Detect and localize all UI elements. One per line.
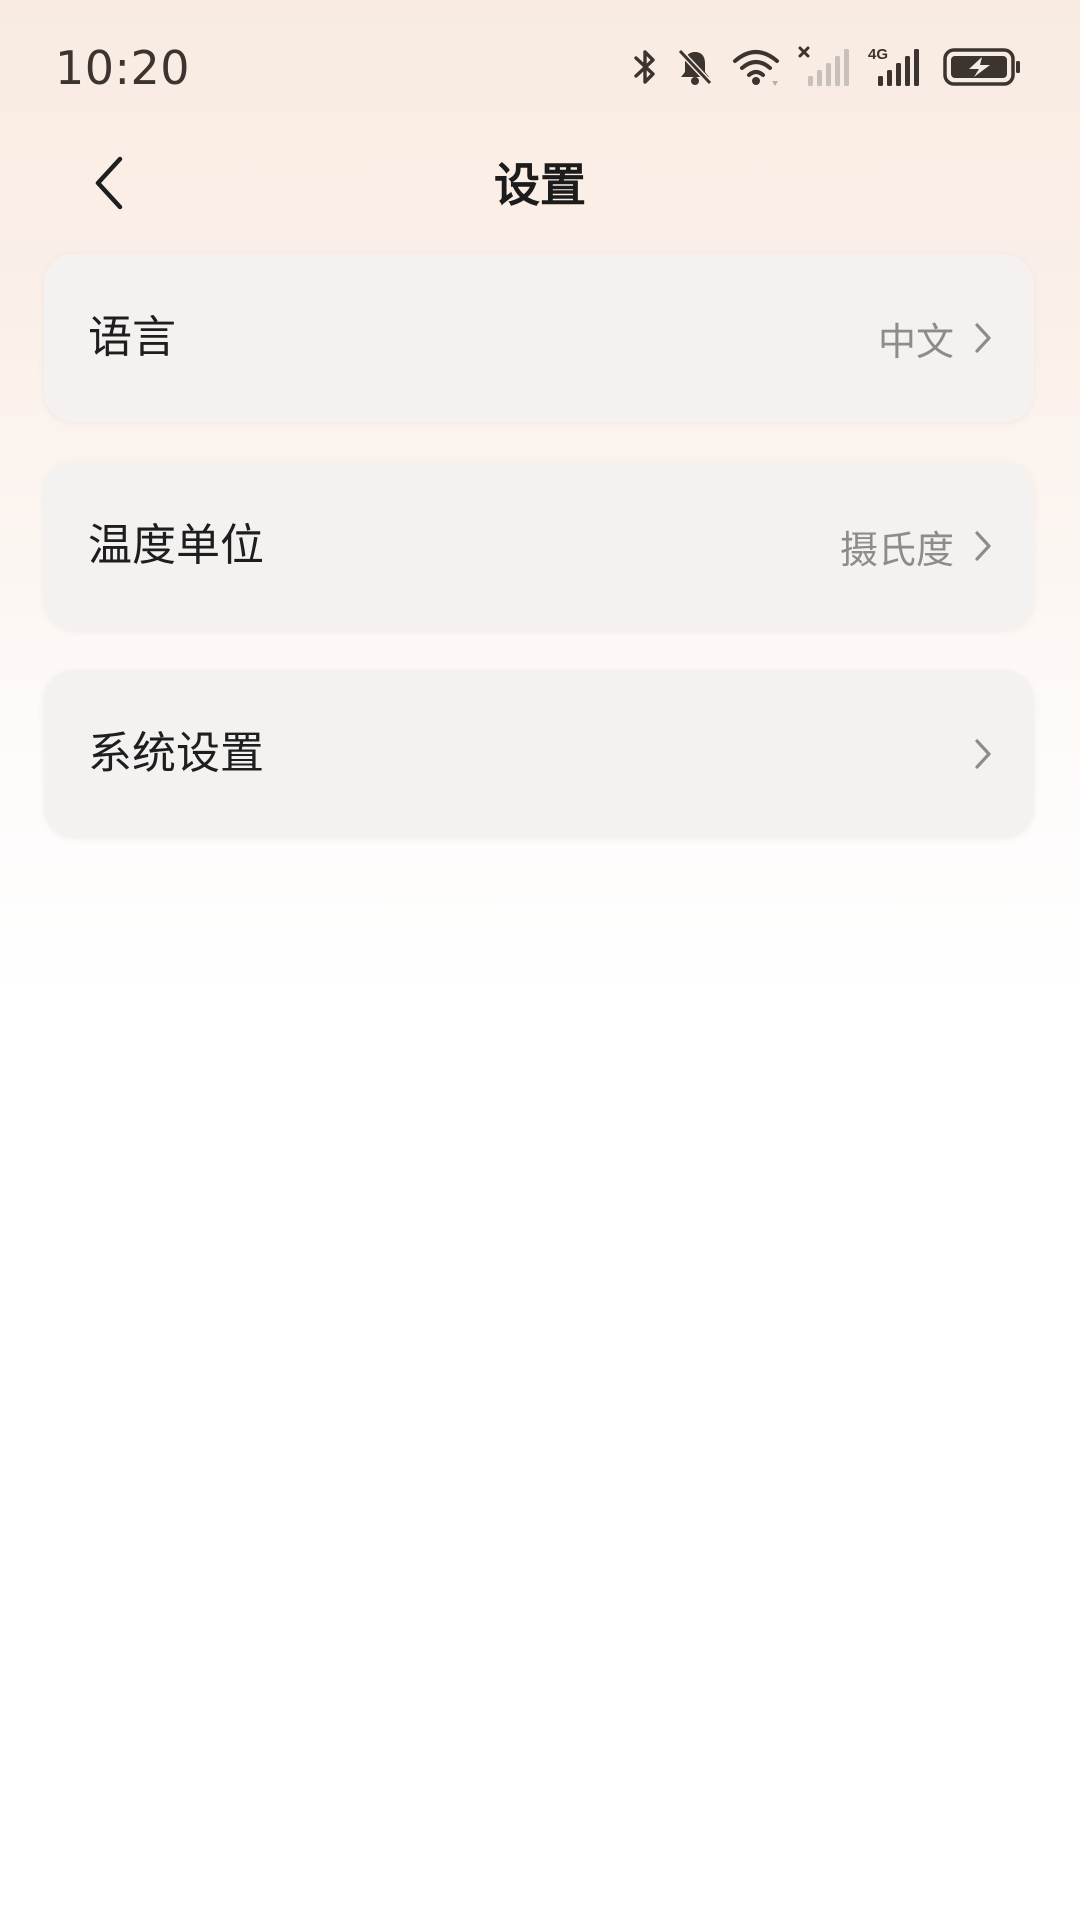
settings-item-trailing: 摄氏度 <box>840 462 994 630</box>
settings-item-value: 中文 <box>877 319 954 364</box>
settings-item-label: 语言 <box>88 312 176 363</box>
battery-charging-icon <box>942 46 1022 88</box>
signal-no-sim-icon <box>798 46 850 88</box>
page-title: 设置 <box>494 158 586 212</box>
bluetooth-icon <box>632 47 658 87</box>
signal-4g-icon: 4G <box>868 46 924 88</box>
settings-item-label: 系统设置 <box>88 728 264 779</box>
status-bar: 10:20 4G <box>0 0 1080 135</box>
chevron-right-icon <box>972 320 994 356</box>
chevron-right-icon <box>972 736 994 772</box>
settings-item-label: 温度单位 <box>88 520 264 571</box>
settings-item-value: 摄氏度 <box>839 527 954 572</box>
settings-item-temperature-unit[interactable]: 温度单位 摄氏度 <box>44 462 1034 630</box>
top-app-bar: 设置 <box>0 135 1080 235</box>
settings-item-trailing <box>954 670 994 838</box>
wifi-icon <box>732 47 780 87</box>
settings-item-language[interactable]: 语言 中文 <box>44 254 1034 422</box>
status-time: 10:20 <box>55 41 191 95</box>
settings-list: 语言 中文 温度单位 摄氏度 系统设置 <box>44 254 1034 878</box>
settings-item-system-settings[interactable]: 系统设置 <box>44 670 1034 838</box>
bell-muted-icon <box>676 47 714 87</box>
settings-item-trailing: 中文 <box>878 254 994 422</box>
chevron-right-icon <box>972 528 994 564</box>
network-type-label: 4G <box>868 46 888 63</box>
status-icons: 4G <box>632 42 1022 92</box>
